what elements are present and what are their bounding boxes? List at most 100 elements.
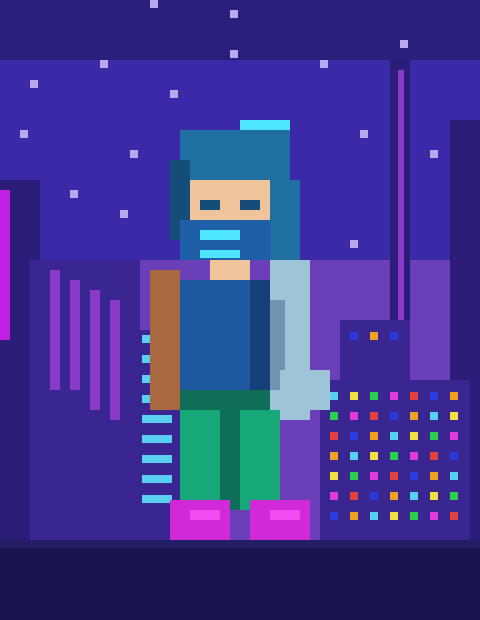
- window-42: [330, 512, 338, 520]
- window-23: [370, 452, 378, 460]
- left-leg: [180, 410, 220, 510]
- star-1: [230, 10, 238, 18]
- window-5: [430, 392, 438, 400]
- left-shoe-highlight: [190, 510, 220, 520]
- window-30: [370, 472, 378, 480]
- star-4: [320, 60, 328, 68]
- window-57: [142, 435, 172, 443]
- window-43: [350, 512, 358, 520]
- window-22: [350, 452, 358, 460]
- window-37: [370, 492, 378, 500]
- neck: [210, 260, 250, 280]
- leg-gap: [220, 410, 240, 510]
- star-10: [70, 190, 78, 198]
- window-15: [350, 432, 358, 440]
- neon-stripe-2: [70, 280, 80, 390]
- window-8: [350, 412, 358, 420]
- star-12: [350, 240, 358, 248]
- mask-light-bottom: [200, 250, 240, 258]
- tank-top-shadow: [250, 280, 270, 390]
- window-4: [410, 392, 418, 400]
- star-2: [400, 40, 408, 48]
- window-59: [142, 475, 172, 483]
- window-58: [142, 455, 172, 463]
- window-12: [430, 412, 438, 420]
- star-0: [150, 0, 158, 8]
- star-11: [120, 210, 128, 218]
- window-39: [410, 492, 418, 500]
- window-26: [430, 452, 438, 460]
- star-8: [130, 150, 138, 158]
- window-51: [390, 332, 398, 340]
- window-34: [450, 472, 458, 480]
- street-edge: [0, 540, 480, 548]
- window-13: [450, 412, 458, 420]
- star-3: [100, 60, 108, 68]
- window-45: [390, 512, 398, 520]
- star-9: [360, 130, 368, 138]
- window-48: [450, 512, 458, 520]
- window-33: [430, 472, 438, 480]
- street: [0, 540, 480, 620]
- window-1: [350, 392, 358, 400]
- window-24: [390, 452, 398, 460]
- neon-stripe-4: [110, 300, 120, 420]
- window-17: [390, 432, 398, 440]
- window-18: [410, 432, 418, 440]
- left-eye: [200, 200, 220, 210]
- window-41: [450, 492, 458, 500]
- window-21: [330, 452, 338, 460]
- game-scene: [0, 0, 480, 620]
- window-19: [430, 432, 438, 440]
- right-leg: [240, 410, 280, 510]
- window-28: [330, 472, 338, 480]
- window-9: [370, 412, 378, 420]
- left-neon-sign: [0, 190, 10, 340]
- window-36: [350, 492, 358, 500]
- star-6: [170, 90, 178, 98]
- window-29: [350, 472, 358, 480]
- window-47: [430, 512, 438, 520]
- right-small-block: [340, 320, 410, 380]
- mask-light-top: [200, 230, 240, 240]
- window-25: [410, 452, 418, 460]
- sky-top-band: [0, 0, 480, 60]
- star-13: [430, 150, 438, 158]
- pixel-art-canvas: [0, 0, 480, 620]
- window-27: [450, 452, 458, 460]
- cyber-hand: [280, 370, 330, 410]
- window-3: [390, 392, 398, 400]
- belt: [180, 390, 270, 410]
- tower-light: [398, 70, 404, 320]
- window-40: [430, 492, 438, 500]
- star-5: [30, 80, 38, 88]
- window-35: [330, 492, 338, 500]
- neon-stripe-3: [90, 290, 100, 410]
- window-31: [390, 472, 398, 480]
- right-eye: [240, 200, 260, 210]
- window-44: [370, 512, 378, 520]
- window-0: [330, 392, 338, 400]
- left-arm: [150, 270, 180, 410]
- halo-icon: [240, 120, 290, 130]
- right-shoe-highlight: [270, 510, 300, 520]
- star-15: [230, 50, 238, 58]
- window-46: [410, 512, 418, 520]
- window-10: [390, 412, 398, 420]
- window-38: [390, 492, 398, 500]
- window-2: [370, 392, 378, 400]
- window-60: [142, 495, 172, 503]
- window-11: [410, 412, 418, 420]
- window-14: [330, 432, 338, 440]
- window-20: [450, 432, 458, 440]
- window-7: [330, 412, 338, 420]
- window-49: [350, 332, 358, 340]
- window-16: [370, 432, 378, 440]
- star-7: [20, 130, 28, 138]
- window-56: [142, 415, 172, 423]
- left-mid-building: [30, 260, 140, 540]
- neon-stripe-1: [50, 270, 60, 390]
- window-32: [410, 472, 418, 480]
- window-50: [370, 332, 378, 340]
- window-6: [450, 392, 458, 400]
